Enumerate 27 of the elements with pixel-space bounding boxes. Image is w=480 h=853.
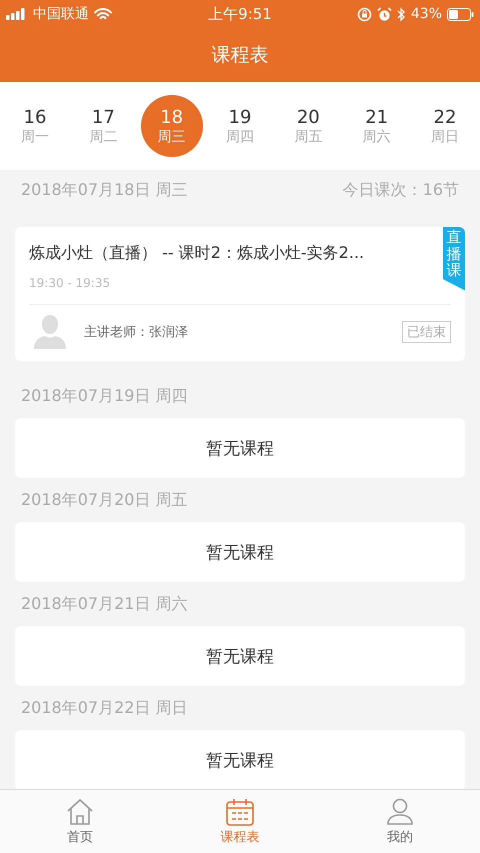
date-heading: 2018年07月18日 周三 bbox=[21, 180, 188, 200]
nav-tab[interactable]: 我的 bbox=[320, 790, 480, 853]
empty-message: 暂无课程 bbox=[206, 542, 274, 564]
empty-message: 暂无课程 bbox=[206, 750, 274, 772]
empty-message: 暂无课程 bbox=[206, 646, 274, 668]
day-tab[interactable]: 20 周五 bbox=[277, 95, 340, 157]
carrier-name: 中国联通 bbox=[33, 5, 89, 23]
empty-message: 暂无课程 bbox=[206, 438, 274, 460]
battery-percent: 43% bbox=[410, 6, 442, 22]
lesson-title: 炼成小灶（直播） -- 课时2：炼成小灶-实务2... bbox=[29, 243, 366, 264]
day-tab[interactable]: 17 周二 bbox=[72, 95, 134, 157]
status-tag: 已结束 bbox=[402, 321, 451, 343]
date-heading: 2018年07月20日 周五 bbox=[21, 490, 188, 510]
nav-tab[interactable]: 首页 bbox=[0, 790, 160, 853]
date-heading: 2018年07月22日 周日 bbox=[21, 698, 188, 718]
lesson-count: 今日课次：16节 bbox=[342, 180, 459, 200]
day-tab[interactable]: 16 周一 bbox=[4, 95, 66, 157]
teacher-name: 主讲老师：张润泽 bbox=[84, 324, 189, 341]
date-heading: 2018年07月19日 周四 bbox=[21, 386, 188, 406]
day-tab[interactable]: 22 周日 bbox=[414, 95, 476, 157]
date-heading: 2018年07月21日 周六 bbox=[21, 594, 188, 614]
live-ribbon: 直播课 bbox=[443, 227, 465, 290]
day-tab[interactable]: 19 周四 bbox=[208, 95, 271, 157]
lesson-card[interactable]: 炼成小灶（直播） -- 课时2：炼成小灶-实务2... 19:30 - 19:35 主讲老师：张润泽 已结束 直播课 bbox=[15, 227, 465, 361]
page-title: 课程表 bbox=[212, 43, 268, 68]
day-tab[interactable]: 21 周六 bbox=[346, 95, 408, 157]
status-time: 上午9:51 bbox=[208, 4, 272, 24]
